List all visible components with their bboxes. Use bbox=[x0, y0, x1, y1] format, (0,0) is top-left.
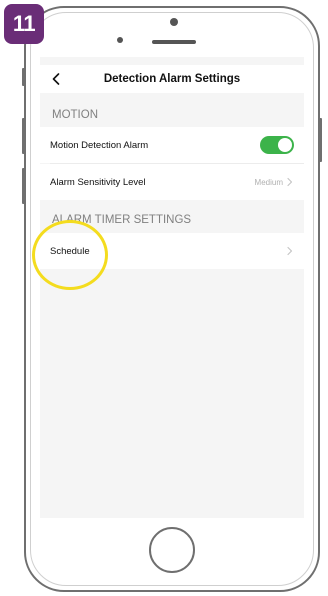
section-header-alarm-timer: ALARM TIMER SETTINGS bbox=[40, 208, 304, 232]
home-button[interactable] bbox=[149, 527, 195, 573]
app-screen: Detection Alarm Settings MOTION Motion D… bbox=[40, 57, 304, 518]
alarm-sensitivity-level-value: Medium bbox=[254, 177, 283, 187]
proximity-sensor bbox=[170, 18, 178, 26]
back-button[interactable] bbox=[46, 69, 66, 89]
status-bar bbox=[40, 57, 304, 63]
side-button-power bbox=[319, 118, 322, 162]
step-number-badge: 11 bbox=[4, 4, 44, 44]
front-camera bbox=[117, 37, 123, 43]
side-button-volume-up bbox=[22, 118, 25, 154]
toggle-knob bbox=[278, 138, 292, 152]
navigation-bar: Detection Alarm Settings bbox=[40, 65, 304, 93]
chevron-right-icon bbox=[287, 177, 293, 187]
motion-detection-alarm-row: Motion Detection Alarm bbox=[40, 127, 304, 163]
side-button-mute bbox=[22, 68, 25, 86]
motion-detection-alarm-toggle[interactable] bbox=[260, 136, 294, 154]
page-title: Detection Alarm Settings bbox=[103, 73, 241, 85]
side-button-volume-down bbox=[22, 168, 25, 204]
motion-detection-alarm-label: Motion Detection Alarm bbox=[50, 139, 149, 151]
alarm-sensitivity-level-row[interactable]: Alarm Sensitivity Level Medium bbox=[40, 164, 304, 200]
earpiece-speaker bbox=[152, 40, 196, 44]
chevron-left-icon bbox=[52, 73, 60, 85]
schedule-row[interactable]: Schedule bbox=[40, 233, 304, 269]
schedule-label: Schedule bbox=[50, 245, 90, 257]
chevron-right-icon bbox=[287, 246, 293, 256]
alarm-sensitivity-level-label: Alarm Sensitivity Level bbox=[50, 176, 146, 188]
section-header-motion: MOTION bbox=[40, 103, 304, 127]
